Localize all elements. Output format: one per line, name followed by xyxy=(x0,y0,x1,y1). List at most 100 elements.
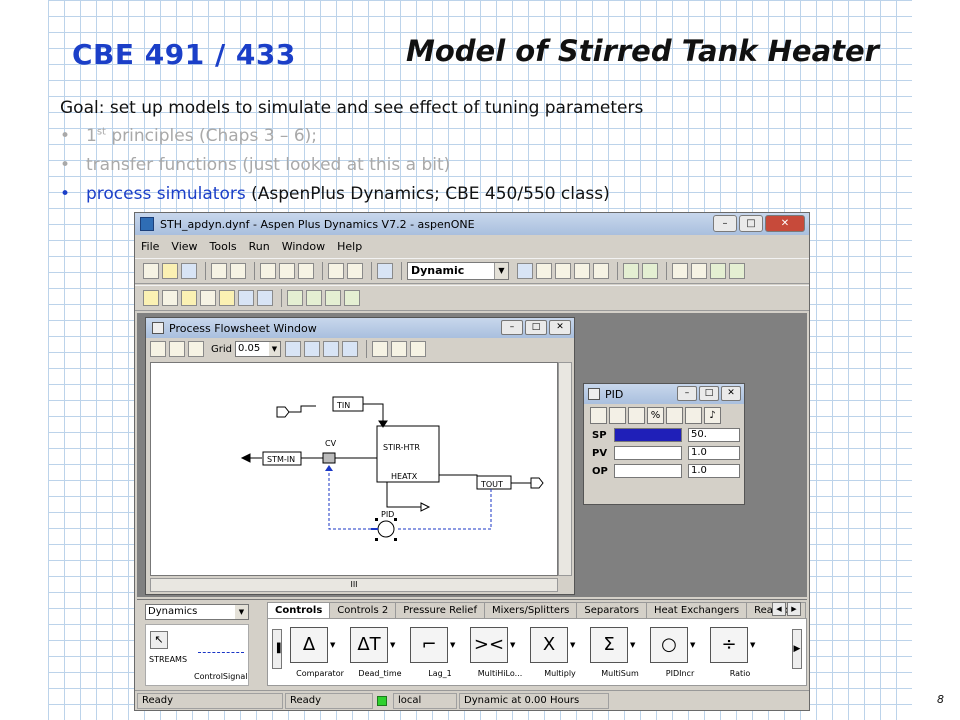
trend-plot-icon[interactable] xyxy=(685,406,702,424)
open-folder-icon[interactable] xyxy=(162,263,178,279)
save-disk-icon[interactable] xyxy=(181,263,197,279)
chevron-down-icon[interactable]: ▼ xyxy=(450,639,459,651)
tab-heat-exchangers[interactable]: Heat Exchangers xyxy=(645,602,748,618)
library-icon[interactable] xyxy=(143,290,159,306)
pid-minimize-button[interactable]: – xyxy=(677,386,697,401)
chevron-down-icon[interactable]: ▼ xyxy=(494,263,508,279)
cut-icon[interactable] xyxy=(260,263,276,279)
print-preview-icon[interactable] xyxy=(230,263,246,279)
menu-file[interactable]: File xyxy=(135,240,165,253)
run-icon[interactable] xyxy=(517,263,533,279)
restart-icon[interactable] xyxy=(574,263,590,279)
manual-mode-icon[interactable] xyxy=(609,406,626,424)
table-icon[interactable] xyxy=(219,290,235,306)
snap-icon[interactable] xyxy=(188,341,204,357)
flowsheet-close-button[interactable]: ✕ xyxy=(549,320,571,335)
model-comparator[interactable]: Δ ▼ Comparator xyxy=(288,625,348,683)
chevron-down-icon[interactable]: ▼ xyxy=(390,639,399,651)
model-multiply[interactable]: X ▼ Multiply xyxy=(528,625,588,683)
pan-icon[interactable] xyxy=(150,341,166,357)
grid-icon[interactable] xyxy=(169,341,185,357)
menu-tools[interactable]: Tools xyxy=(204,240,243,253)
flowsheet-minimize-button[interactable]: – xyxy=(501,320,523,335)
explore-icon[interactable] xyxy=(729,263,745,279)
model-pidincr[interactable]: ○ ▼ PIDIncr xyxy=(648,625,708,683)
form-icon[interactable] xyxy=(181,290,197,306)
undo-icon[interactable] xyxy=(391,341,407,357)
tab-separators[interactable]: Separators xyxy=(576,602,647,618)
pid-close-button[interactable]: ✕ xyxy=(721,386,741,401)
tune-icon[interactable]: ♪ xyxy=(704,406,721,424)
chevron-down-icon[interactable]: ▼ xyxy=(750,639,759,651)
menu-window[interactable]: Window xyxy=(276,240,331,253)
chevron-down-icon[interactable]: ▼ xyxy=(330,639,339,651)
auto-mode-icon[interactable] xyxy=(590,406,607,424)
model-multisum[interactable]: Σ ▼ MultiSum xyxy=(588,625,648,683)
chevron-down-icon[interactable]: ▼ xyxy=(510,639,519,651)
control-signal-icon[interactable] xyxy=(198,631,244,653)
camera-icon[interactable] xyxy=(200,290,216,306)
pid-controller-symbol[interactable] xyxy=(377,520,395,538)
chevron-down-icon[interactable]: ▼ xyxy=(630,639,639,651)
flowsheet-canvas[interactable]: TIN STIR-HTR HEATX STM-IN CV TOUT PID xyxy=(150,362,558,576)
print-icon[interactable] xyxy=(211,263,227,279)
run-mode-select[interactable]: Dynamic ▼ xyxy=(407,262,509,280)
strip-scroll-right-icon[interactable]: ▶ xyxy=(792,629,802,669)
copy-icon[interactable] xyxy=(279,263,295,279)
configure-icon[interactable] xyxy=(666,406,683,424)
puzzle-edit-icon[interactable] xyxy=(325,290,341,306)
flip-icon[interactable] xyxy=(304,341,320,357)
tab-scroll-left-icon[interactable]: ◀ xyxy=(772,602,786,616)
cascade-icon[interactable] xyxy=(628,406,645,424)
pid-titlebar[interactable]: PID – □ ✕ xyxy=(584,384,744,404)
rewind-snapshot-icon[interactable] xyxy=(642,263,658,279)
variable-find-icon[interactable] xyxy=(162,290,178,306)
puzzle-icon[interactable] xyxy=(287,290,303,306)
close-button[interactable]: ✕ xyxy=(765,215,805,232)
redo-icon[interactable] xyxy=(410,341,426,357)
flowsheet-vertical-scrollbar[interactable] xyxy=(558,362,572,576)
align-icon[interactable] xyxy=(285,341,301,357)
menu-help[interactable]: Help xyxy=(331,240,368,253)
initialize-icon[interactable] xyxy=(623,263,639,279)
plot-icon[interactable] xyxy=(691,263,707,279)
pid-maximize-button[interactable]: □ xyxy=(699,386,719,401)
pv-value-field[interactable]: 1.0 xyxy=(688,446,740,460)
tab-pressure-relief[interactable]: Pressure Relief xyxy=(395,602,485,618)
chevron-down-icon[interactable]: ▼ xyxy=(690,639,699,651)
chevron-down-icon[interactable]: ▼ xyxy=(269,342,280,356)
tab-controls-2[interactable]: Controls 2 xyxy=(329,602,397,618)
snapshot-icon[interactable] xyxy=(672,263,688,279)
paste-icon[interactable] xyxy=(298,263,314,279)
pause-icon[interactable] xyxy=(555,263,571,279)
tab-scroll-right-icon[interactable]: ▶ xyxy=(787,602,801,616)
step-icon[interactable] xyxy=(536,263,552,279)
tab-controls[interactable]: Controls xyxy=(267,602,331,618)
mirror-icon[interactable] xyxy=(342,341,358,357)
redo-icon[interactable] xyxy=(347,263,363,279)
sp-value-field[interactable]: 50. xyxy=(688,428,740,442)
rewind-icon[interactable] xyxy=(593,263,609,279)
library-select[interactable]: Dynamics ▼ xyxy=(145,604,249,620)
flowsheet-maximize-button[interactable]: □ xyxy=(525,320,547,335)
maximize-button[interactable]: □ xyxy=(739,215,763,232)
tools-icon[interactable] xyxy=(710,263,726,279)
puzzle-add-icon[interactable] xyxy=(306,290,322,306)
undo-icon[interactable] xyxy=(328,263,344,279)
tab-mixers-splitters[interactable]: Mixers/Splitters xyxy=(483,602,578,618)
percent-icon[interactable]: % xyxy=(647,406,664,424)
new-file-icon[interactable] xyxy=(143,263,159,279)
chevron-down-icon[interactable]: ▼ xyxy=(235,605,248,619)
model-dead-time[interactable]: ΔT ▼ Dead_time xyxy=(348,625,408,683)
grid-size-select[interactable]: 0.05 ▼ xyxy=(235,341,281,357)
chart-icon[interactable] xyxy=(257,290,273,306)
menu-run[interactable]: Run xyxy=(243,240,276,253)
model-lag-1[interactable]: ⌐ ▼ Lag_1 xyxy=(408,625,468,683)
model-ratio[interactable]: ÷ ▼ Ratio xyxy=(708,625,768,683)
puzzle-remove-icon[interactable] xyxy=(344,290,360,306)
select-arrow-icon[interactable] xyxy=(372,341,388,357)
valve-cv[interactable] xyxy=(322,452,336,464)
rotate-icon[interactable] xyxy=(323,341,339,357)
window-titlebar[interactable]: STH_apdyn.dynf - Aspen Plus Dynamics V7.… xyxy=(135,213,809,235)
minimize-button[interactable]: – xyxy=(713,215,737,232)
